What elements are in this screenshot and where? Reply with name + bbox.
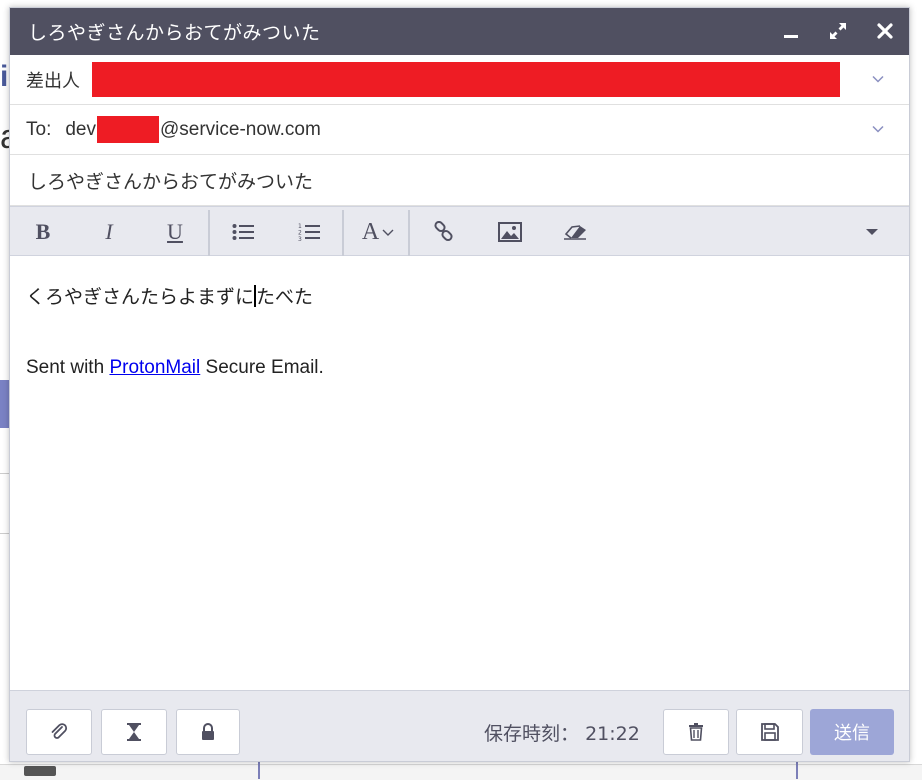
send-button[interactable]: 送信 [810, 709, 894, 755]
chevron-down-icon [382, 229, 394, 236]
save-status: 保存時刻： 21:22 [484, 719, 640, 746]
signature: Sent with ProtonMail Secure Email. [26, 357, 893, 379]
toolbar-divider [342, 210, 344, 256]
message-text-after-caret: たべた [256, 286, 314, 308]
more-options-button[interactable] [850, 207, 894, 257]
background-divider [796, 760, 798, 779]
clear-formatting-button[interactable] [553, 207, 597, 257]
numbered-list-icon: 1 2 3 [298, 223, 320, 242]
expiration-button[interactable] [101, 709, 167, 755]
signature-prefix: Sent with [26, 357, 110, 378]
compose-window: しろやぎさんからおてがみついた 差出人 To: dev @service-now… [9, 7, 910, 762]
lock-icon [202, 723, 214, 740]
more-icon [866, 229, 878, 235]
bold-button[interactable]: B [21, 207, 65, 257]
attach-button[interactable] [26, 709, 92, 755]
recipient-prefix: dev [65, 118, 96, 140]
from-chevron-down-icon[interactable] [871, 72, 885, 86]
background-fragment: i [0, 60, 9, 93]
redacted-recipient-part [97, 116, 159, 143]
trash-icon [689, 723, 703, 741]
toolbar-divider [208, 210, 210, 256]
insert-image-button[interactable] [488, 207, 532, 257]
image-icon [498, 222, 522, 242]
compose-titlebar[interactable]: しろやぎさんからおてがみついた [10, 8, 909, 55]
subject-text: しろやぎさんからおてがみついた [28, 170, 314, 193]
link-icon [434, 221, 453, 242]
save-icon [760, 723, 779, 741]
message-text-before-caret: くろやぎさんたらよまずに [26, 286, 255, 308]
from-label: 差出人 [26, 70, 80, 92]
background-tag [24, 766, 56, 776]
save-label: 保存時刻： [484, 723, 580, 745]
paperclip-icon [51, 723, 68, 739]
message-body-editor[interactable]: くろやぎさんたらよまずに たべた Sent with ProtonMail Sec… [10, 256, 909, 689]
maximize-icon[interactable] [825, 18, 851, 44]
recipient-domain: @service-now.com [160, 118, 321, 140]
from-row[interactable]: 差出人 [10, 55, 909, 105]
signature-suffix: Secure Email. [200, 357, 324, 378]
italic-button[interactable]: I [87, 207, 131, 257]
to-label: To: [26, 118, 52, 140]
bulleted-list-icon [232, 224, 254, 240]
to-chevron-down-icon[interactable] [871, 122, 885, 136]
subject-field[interactable]: しろやぎさんからおてがみついた [10, 155, 909, 206]
background-divider [258, 760, 260, 779]
insert-link-button[interactable] [422, 207, 466, 257]
background-strip [0, 764, 922, 780]
underline-icon: U [167, 219, 183, 244]
compose-title: しろやぎさんからおてがみついた [28, 22, 321, 44]
font-icon: A [361, 218, 380, 245]
close-icon[interactable] [872, 18, 898, 44]
formatting-toolbar: B I U 1 2 3 A [10, 206, 909, 256]
hourglass-icon [127, 723, 141, 741]
eraser-icon [564, 225, 586, 240]
underline-button[interactable]: U [153, 207, 197, 257]
protonmail-link[interactable]: ProtonMail [109, 357, 200, 378]
bulleted-list-button[interactable] [221, 207, 265, 257]
toolbar-divider [408, 210, 410, 256]
encryption-button[interactable] [176, 709, 240, 755]
save-draft-button[interactable] [736, 709, 803, 755]
bold-icon: B [35, 219, 51, 244]
save-time: 21:22 [585, 723, 640, 745]
italic-icon: I [105, 219, 113, 244]
delete-draft-button[interactable] [663, 709, 729, 755]
svg-text:3: 3 [298, 236, 302, 242]
numbered-list-button[interactable]: 1 2 3 [287, 207, 331, 257]
compose-footer: 保存時刻： 21:22 送信 [10, 690, 909, 761]
redacted-from-address [92, 62, 840, 97]
minimize-icon[interactable] [778, 18, 804, 44]
to-row[interactable]: To: dev @service-now.com [10, 105, 909, 155]
message-text: くろやぎさんたらよまずに たべた [26, 282, 893, 309]
font-dropdown-button[interactable]: A [353, 207, 403, 257]
